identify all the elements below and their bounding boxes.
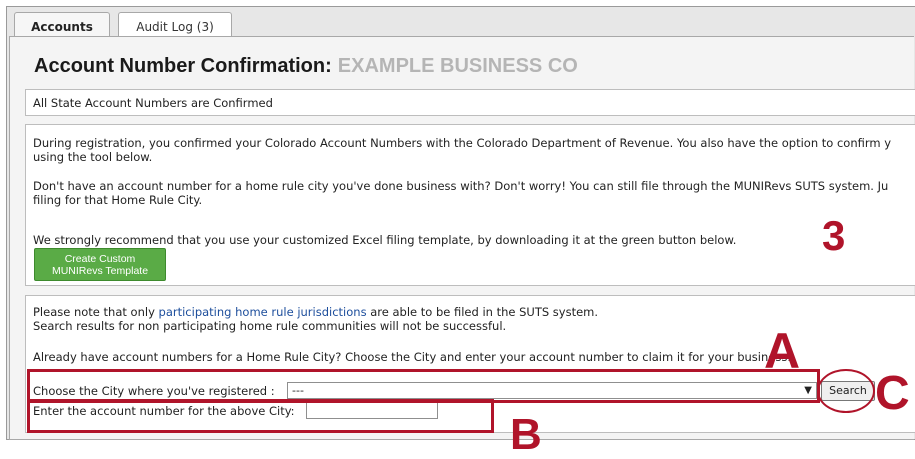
create-template-line1: Create Custom	[64, 253, 136, 265]
info-paragraph-3: We strongly recommend that you use your …	[33, 233, 737, 247]
page-title: Account Number Confirmation: EXAMPLE BUSI…	[34, 55, 578, 78]
claim-note-suffix: are able to be filed in the SUTS system.	[366, 305, 599, 319]
page-title-text: Account Number Confirmation:	[34, 55, 332, 77]
status-message: All State Account Numbers are Confirmed	[33, 96, 273, 110]
create-template-line2: MUNIRevs Template	[51, 265, 149, 277]
annotation-label-c: C	[875, 367, 910, 420]
info-paragraph-2a: Don't have an account number for a home …	[33, 179, 889, 193]
info-paragraph-2b: filing for that Home Rule City.	[33, 193, 203, 207]
claim-note-prefix: Please note that only	[33, 305, 159, 319]
participating-jurisdictions-link[interactable]: participating home rule jurisdictions	[159, 305, 367, 319]
create-template-button[interactable]: Create Custom MUNIRevs Template	[34, 248, 166, 281]
claim-prompt: Already have account numbers for a Home …	[33, 350, 791, 364]
annotation-box-b	[27, 399, 494, 433]
annotation-label-a: A	[764, 323, 801, 379]
claim-note-line2: Search results for non participating hom…	[33, 319, 507, 333]
annotation-label-3: 3	[822, 212, 846, 259]
annotation-box-a	[27, 369, 820, 403]
annotation-label-b: B	[510, 410, 542, 459]
company-name: EXAMPLE BUSINESS CO	[337, 55, 578, 77]
annotation-circle-c	[817, 369, 875, 413]
info-paragraph-1a: During registration, you confirmed your …	[33, 136, 892, 150]
claim-note: Please note that only participating home…	[33, 305, 598, 319]
info-paragraph-1b: using the tool below.	[33, 150, 153, 164]
